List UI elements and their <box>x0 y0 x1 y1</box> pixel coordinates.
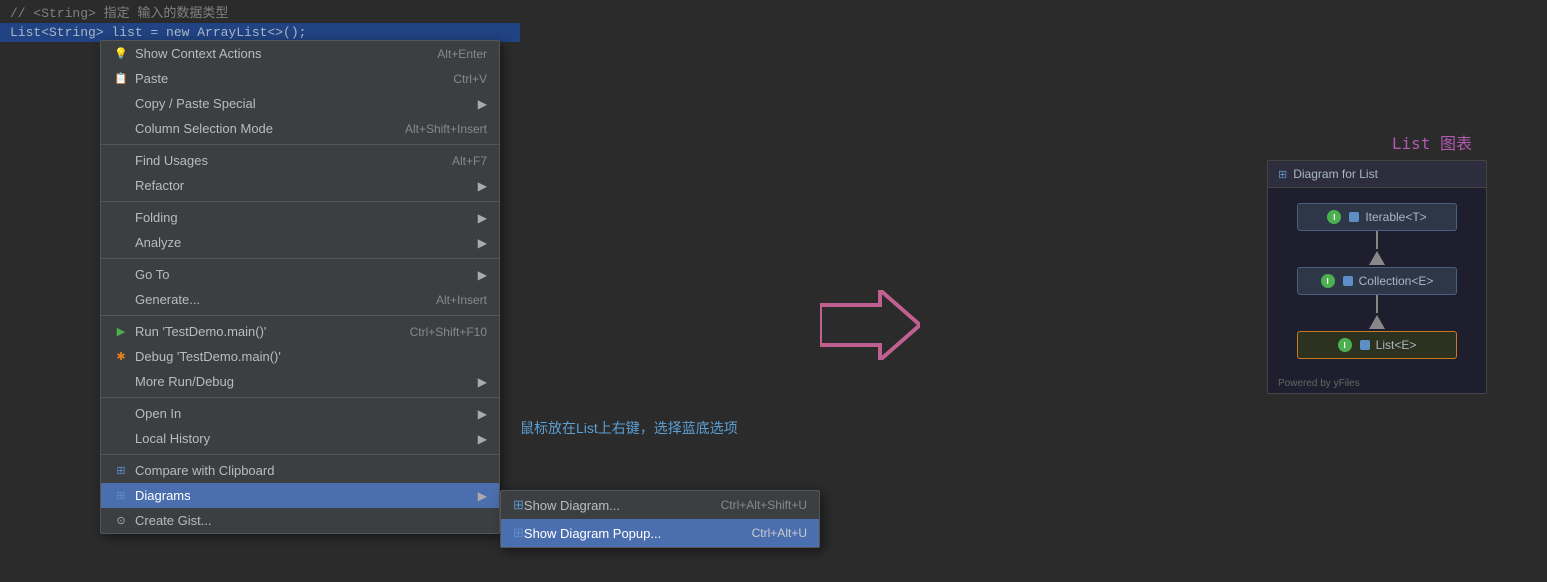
menu-item-refactor[interactable]: Refactor ▶ <box>101 173 499 198</box>
diagram-title-icon: ⊞ <box>1278 168 1287 181</box>
menu-item-run[interactable]: ▶ Run 'TestDemo.main()' Ctrl+Shift+F10 <box>101 319 499 344</box>
submenu-item-show-diagram-popup[interactable]: ⊞ Show Diagram Popup... Ctrl+Alt+U <box>501 519 819 547</box>
menu-item-more-run[interactable]: More Run/Debug ▶ <box>101 369 499 394</box>
menu-item-goto[interactable]: Go To ▶ <box>101 262 499 287</box>
context-menu: 💡 Show Context Actions Alt+Enter 📋 Paste… <box>100 40 500 534</box>
diagram-footer: Powered by yFiles <box>1268 374 1486 393</box>
divider-3 <box>101 258 499 259</box>
diagram-label: List 图表 <box>1392 130 1472 154</box>
node-icon-small-collection <box>1343 276 1353 286</box>
diagram-node-collection[interactable]: I Collection<E> <box>1297 267 1457 295</box>
arrow-line-2 <box>1376 295 1378 313</box>
debug-icon: ✱ <box>113 350 129 363</box>
diagram-node-iterable[interactable]: I Iterable<T> <box>1297 203 1457 231</box>
node-icon-small-iterable <box>1349 212 1359 222</box>
diagram-node-list[interactable]: I List<E> <box>1297 331 1457 359</box>
node-icon-collection: I <box>1321 274 1335 288</box>
open-in-arrow: ▶ <box>478 407 487 421</box>
menu-item-show-context-actions[interactable]: 💡 Show Context Actions Alt+Enter <box>101 41 499 66</box>
menu-item-local-history[interactable]: Local History ▶ <box>101 426 499 451</box>
diagram-body: I Iterable<T> I Collection<E> I List<E> <box>1268 188 1486 374</box>
menu-item-find-usages[interactable]: Find Usages Alt+F7 <box>101 148 499 173</box>
arrow-up-1 <box>1369 251 1385 265</box>
submenu-item-show-diagram[interactable]: ⊞ Show Diagram... Ctrl+Alt+Shift+U <box>501 491 819 519</box>
folding-arrow: ▶ <box>478 211 487 225</box>
divider-4 <box>101 315 499 316</box>
editor-line-1: // <String> 指定 输入的数据类型 <box>0 0 520 23</box>
diagrams-submenu: ⊞ Show Diagram... Ctrl+Alt+Shift+U ⊞ Sho… <box>500 490 820 548</box>
divider-5 <box>101 397 499 398</box>
node-icon-small-list <box>1360 340 1370 350</box>
diagrams-arrow: ▶ <box>478 489 487 503</box>
more-run-arrow: ▶ <box>478 375 487 389</box>
analyze-arrow: ▶ <box>478 236 487 250</box>
arrow-up-2 <box>1369 315 1385 329</box>
menu-item-copy-paste-special[interactable]: Copy / Paste Special ▶ <box>101 91 499 116</box>
divider-1 <box>101 144 499 145</box>
refactor-arrow: ▶ <box>478 179 487 193</box>
menu-item-generate[interactable]: Generate... Alt+Insert <box>101 287 499 312</box>
diagrams-submenu-icon-1: ⊞ <box>513 497 524 513</box>
bulb-icon: 💡 <box>113 47 129 60</box>
menu-item-folding[interactable]: Folding ▶ <box>101 205 499 230</box>
run-icon: ▶ <box>113 325 129 338</box>
diagram-title: ⊞ Diagram for List <box>1268 161 1486 188</box>
diagram-panel: ⊞ Diagram for List I Iterable<T> I Colle… <box>1267 160 1487 394</box>
arrow-line-1 <box>1376 231 1378 249</box>
paste-icon: 📋 <box>113 72 129 85</box>
diagrams-icon: ⊞ <box>113 489 129 502</box>
menu-item-debug[interactable]: ✱ Debug 'TestDemo.main()' <box>101 344 499 369</box>
menu-item-paste[interactable]: 📋 Paste Ctrl+V <box>101 66 499 91</box>
diagrams-submenu-icon-2: ⊞ <box>513 525 524 541</box>
menu-item-open-in[interactable]: Open In ▶ <box>101 401 499 426</box>
compare-icon: ⊞ <box>113 464 129 477</box>
menu-item-compare-clipboard[interactable]: ⊞ Compare with Clipboard <box>101 458 499 483</box>
submenu-arrow: ▶ <box>478 97 487 111</box>
menu-item-create-gist[interactable]: ⊙ Create Gist... <box>101 508 499 533</box>
divider-6 <box>101 454 499 455</box>
divider-2 <box>101 201 499 202</box>
node-icon-list: I <box>1338 338 1352 352</box>
annotation-text: 鼠标放在List上右键，选择蓝底选项 <box>520 418 738 438</box>
menu-item-diagrams[interactable]: ⊞ Diagrams ▶ <box>101 483 499 508</box>
menu-item-analyze[interactable]: Analyze ▶ <box>101 230 499 255</box>
node-icon-iterable: I <box>1327 210 1341 224</box>
menu-item-column-selection[interactable]: Column Selection Mode Alt+Shift+Insert <box>101 116 499 141</box>
gist-icon: ⊙ <box>113 514 129 527</box>
local-history-arrow: ▶ <box>478 432 487 446</box>
goto-arrow: ▶ <box>478 268 487 282</box>
